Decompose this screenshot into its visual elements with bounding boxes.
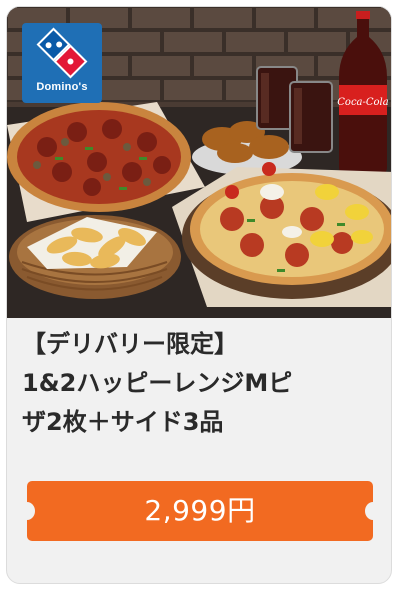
product-title: 【デリバリー限定】 1&2ハッピーレンジMピ ザ2枚＋サイド3品 [22, 325, 378, 442]
price-button[interactable]: 2,999円 [19, 481, 381, 541]
coupon-card[interactable]: Coca-Cola Domino's 【デリバリー限定】 1&2ハッピーレンジM… [6, 6, 392, 584]
logo-text: Domino's [36, 81, 88, 93]
product-photo: Coca-Cola Domino's [7, 7, 391, 318]
dominos-logo: Domino's [22, 23, 102, 103]
title-line-1: 【デリバリー限定】 [22, 330, 238, 358]
bottle-label-text: Coca-Cola [337, 97, 388, 108]
price-label: 2,999円 [144, 494, 256, 527]
title-line-3: ザ2枚＋サイド3品 [22, 408, 224, 436]
title-line-2: 1&2ハッピーレンジMピ [22, 369, 293, 397]
